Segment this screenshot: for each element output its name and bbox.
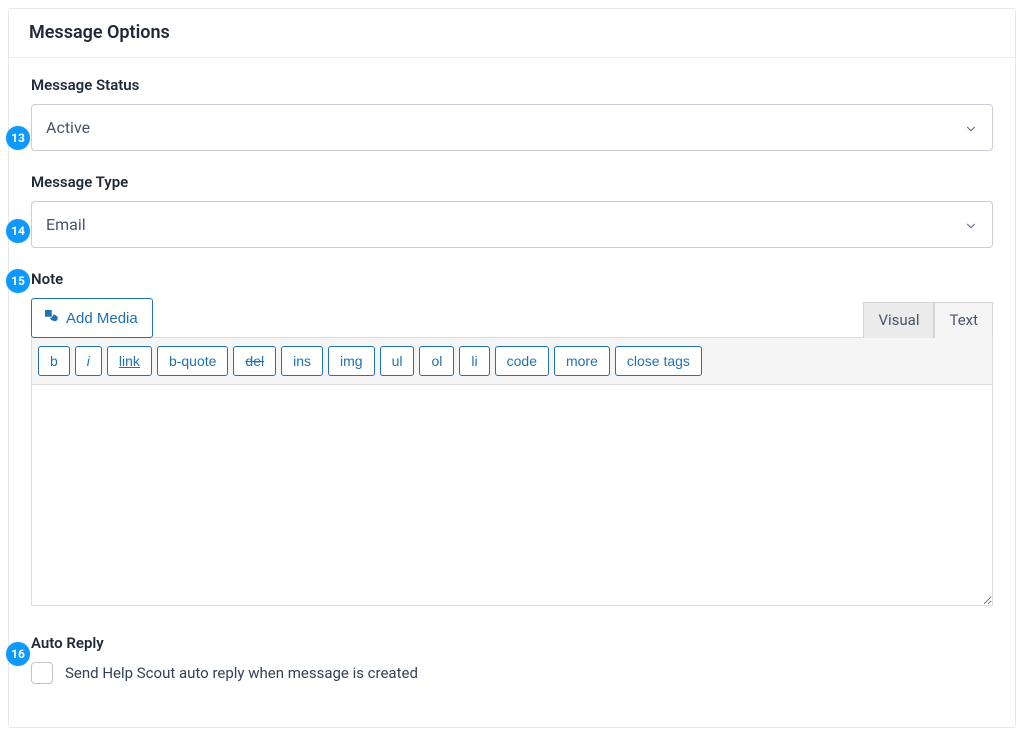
panel-body: Message Status Active Message Type Email… <box>9 58 1015 704</box>
media-icon <box>42 307 60 329</box>
editor-toolbar: b i link b-quote del ins img ul ol li co… <box>31 337 993 384</box>
message-type-select[interactable]: Email <box>31 201 993 248</box>
toolbar-bold-button[interactable]: b <box>38 346 70 376</box>
editor-top-row: Add Media Visual Text <box>31 298 993 338</box>
message-status-select[interactable]: Active <box>31 104 993 151</box>
autoreply-checkbox-label: Send Help Scout auto reply when message … <box>65 664 418 682</box>
message-status-label: Message Status <box>31 76 993 94</box>
message-options-panel: Message Options Message Status Active Me… <box>8 8 1016 728</box>
message-type-select-wrap: Email <box>31 201 993 248</box>
message-type-label: Message Type <box>31 173 993 191</box>
toolbar-more-button[interactable]: more <box>554 346 610 376</box>
toolbar-li-button[interactable]: li <box>459 346 489 376</box>
add-media-button[interactable]: Add Media <box>31 298 153 338</box>
toolbar-ins-button[interactable]: ins <box>281 346 323 376</box>
autoreply-row: Send Help Scout auto reply when message … <box>31 662 993 684</box>
add-media-label: Add Media <box>66 310 138 327</box>
panel-header: Message Options <box>9 9 1015 58</box>
note-textarea[interactable] <box>31 384 993 606</box>
note-section: Note Add Media Visual Text b i link b-qu… <box>31 270 993 610</box>
editor-tabs: Visual Text <box>863 302 993 338</box>
annotation-marker-16: 16 <box>6 642 30 666</box>
chevron-down-icon <box>964 218 978 232</box>
message-status-select-wrap: Active <box>31 104 993 151</box>
toolbar-ul-button[interactable]: ul <box>380 346 415 376</box>
toolbar-img-button[interactable]: img <box>328 346 375 376</box>
autoreply-checkbox[interactable] <box>31 662 53 684</box>
tab-visual[interactable]: Visual <box>863 302 934 338</box>
chevron-down-icon <box>964 121 978 135</box>
toolbar-closetags-button[interactable]: close tags <box>615 346 702 376</box>
toolbar-ol-button[interactable]: ol <box>419 346 454 376</box>
toolbar-italic-button[interactable]: i <box>75 346 102 376</box>
annotation-marker-15: 15 <box>6 269 30 293</box>
toolbar-link-button[interactable]: link <box>107 346 152 376</box>
toolbar-del-button[interactable]: del <box>233 346 276 376</box>
autoreply-section: Auto Reply Send Help Scout auto reply wh… <box>31 634 993 684</box>
annotation-marker-13: 13 <box>6 126 30 150</box>
message-type-value: Email <box>46 215 86 234</box>
toolbar-bquote-button[interactable]: b-quote <box>157 346 228 376</box>
message-status-value: Active <box>46 118 90 137</box>
panel-title: Message Options <box>29 22 995 43</box>
tab-text[interactable]: Text <box>934 302 993 338</box>
toolbar-code-button[interactable]: code <box>495 346 549 376</box>
autoreply-label: Auto Reply <box>31 634 993 652</box>
note-label: Note <box>31 270 993 288</box>
annotation-marker-14: 14 <box>6 219 30 243</box>
